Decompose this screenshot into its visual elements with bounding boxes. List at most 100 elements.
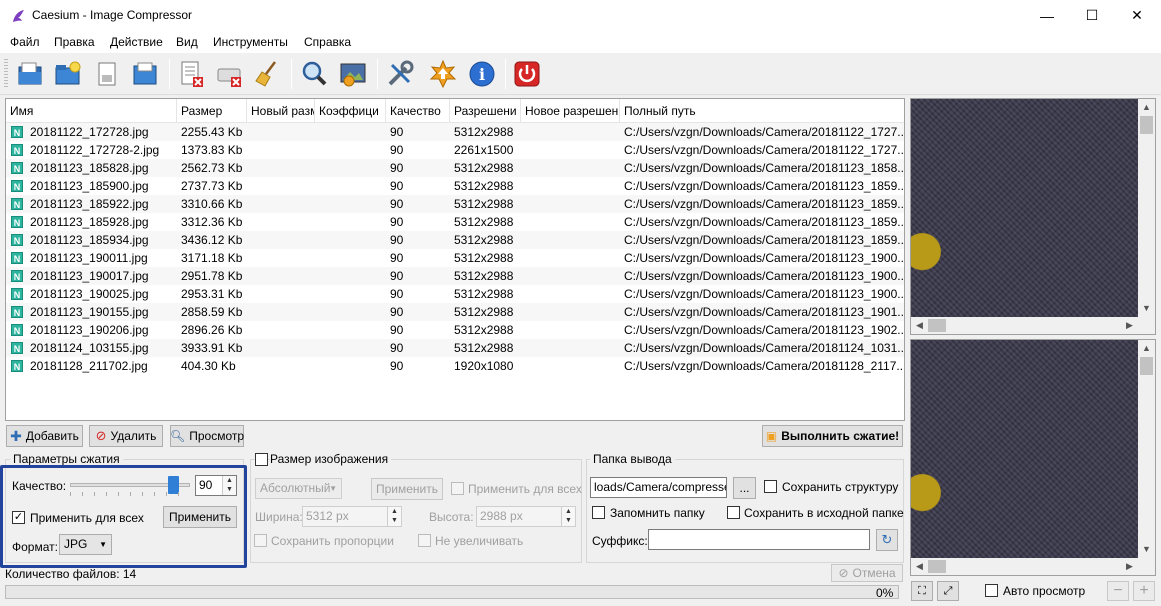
scroll-thumb[interactable] [928, 560, 946, 573]
height-spinbox[interactable]: 2988 px ▲ ▼ [476, 506, 576, 527]
save-icon[interactable] [90, 57, 124, 91]
compressed-preview-hscroll[interactable]: ◀ ▶ [911, 558, 1138, 575]
output-folder-field[interactable]: loads/Camera/compressed [590, 477, 727, 498]
scroll-down-icon[interactable]: ▼ [1138, 541, 1155, 558]
menu-tools[interactable]: Инструменты [213, 35, 288, 49]
scroll-thumb[interactable] [1140, 357, 1153, 375]
menu-view[interactable]: Вид [176, 35, 198, 49]
minimize-button[interactable]: — [1024, 0, 1070, 31]
original-preview[interactable]: ▲ ▼ ◀ ▶ [910, 98, 1156, 335]
add-button-label: Добавить [25, 429, 79, 443]
scroll-up-icon[interactable]: ▲ [1138, 99, 1155, 116]
table-row[interactable]: N 20181123_185934.jpg 3436.12 Kb 90 5312x298… [6, 231, 904, 249]
zoom-out-button[interactable]: − [1107, 581, 1129, 601]
close-button[interactable]: ✕ [1114, 0, 1160, 31]
table-row[interactable]: N 20181123_190155.jpg 2858.59 Kb 90 5312x298… [6, 303, 904, 321]
search-icon[interactable] [297, 57, 331, 91]
table-cell: 20181123_185828.jpg [30, 161, 149, 175]
table-row[interactable]: N 20181124_103155.jpg 3933.91 Kb 90 5312x298… [6, 339, 904, 357]
menu-edit[interactable]: Правка [54, 35, 95, 49]
table-cell [315, 339, 386, 357]
suffix-field[interactable] [648, 529, 870, 550]
column-header-name[interactable]: Имя [6, 99, 177, 123]
remove-item-icon[interactable] [175, 57, 209, 91]
scroll-thumb[interactable] [1140, 116, 1153, 134]
open-folder-icon[interactable] [51, 57, 85, 91]
original-preview-hscroll[interactable]: ◀ ▶ [911, 317, 1138, 334]
resize-apply-all-checkbox[interactable] [451, 482, 464, 495]
table-row[interactable]: N 20181123_185900.jpg 2737.73 Kb 90 5312x298… [6, 177, 904, 195]
preview-settings-icon[interactable] [336, 57, 370, 91]
auto-preview-checkbox[interactable] [985, 584, 998, 597]
file-table[interactable]: Имя Размер Новый разм Коэффици Качество … [5, 98, 905, 421]
scroll-right-icon[interactable]: ▶ [1121, 558, 1138, 575]
update-icon[interactable] [426, 57, 460, 91]
spin-arrows-icon[interactable]: ▲ ▼ [387, 507, 401, 526]
column-header-size[interactable]: Размер [177, 99, 247, 123]
table-row[interactable]: N 20181122_172728.jpg 2255.43 Kb 90 5312x298… [6, 123, 904, 141]
scroll-thumb[interactable] [928, 319, 946, 332]
maximize-button[interactable]: ☐ [1069, 0, 1115, 31]
table-row[interactable]: N 20181122_172728-2.jpg 1373.83 Kb 90 2261x1… [6, 141, 904, 159]
table-row[interactable]: N 20181123_185828.jpg 2562.73 Kb 90 5312x298… [6, 159, 904, 177]
height-value: 2988 px [480, 509, 523, 523]
resize-mode-value: Абсолютный [260, 481, 331, 495]
table-row[interactable]: N 20181123_185928.jpg 3312.36 Kb 90 5312x298… [6, 213, 904, 231]
table-cell: 20181123_185922.jpg [30, 197, 149, 211]
table-row[interactable]: N 20181123_185922.jpg 3310.66 Kb 90 5312x298… [6, 195, 904, 213]
column-header-new-resolution[interactable]: Новое разрешен [521, 99, 620, 123]
new-file-icon: N [11, 162, 23, 174]
scroll-right-icon[interactable]: ▶ [1121, 317, 1138, 334]
no-enlarge-checkbox[interactable] [418, 534, 431, 547]
table-row[interactable]: N 20181123_190017.jpg 2951.78 Kb 90 5312x298… [6, 267, 904, 285]
table-cell [521, 321, 620, 339]
table-cell [315, 321, 386, 339]
zoom-in-button[interactable]: + [1133, 581, 1155, 601]
column-header-resolution[interactable]: Разрешени [450, 99, 521, 123]
column-header-ratio[interactable]: Коэффици [315, 99, 386, 123]
scroll-left-icon[interactable]: ◀ [911, 558, 928, 575]
refresh-suffix-button[interactable]: ↻ [876, 529, 898, 551]
preview-button[interactable]: 🔍︎ Просмотр [170, 425, 244, 447]
clear-list-icon[interactable] [213, 57, 247, 91]
resize-mode-select[interactable]: Абсолютный ▼ [255, 478, 342, 499]
original-preview-vscroll[interactable]: ▲ ▼ [1138, 99, 1155, 317]
menu-file[interactable]: Файл [10, 35, 40, 49]
table-row[interactable]: N 20181123_190206.jpg 2896.26 Kb 90 5312x298… [6, 321, 904, 339]
open-file-icon[interactable] [13, 57, 47, 91]
browse-button[interactable]: ... [733, 477, 756, 499]
table-row[interactable]: N 20181123_190025.jpg 2953.31 Kb 90 5312x298… [6, 285, 904, 303]
resize-checkbox[interactable] [255, 453, 268, 466]
resize-apply-button[interactable]: Применить [371, 478, 443, 500]
compress-button[interactable]: ▣ Выполнить сжатие! [762, 425, 903, 447]
save-as-icon[interactable] [128, 57, 162, 91]
info-icon[interactable]: i [465, 57, 499, 91]
compressed-preview[interactable]: ▲ ▼ ◀ ▶ [910, 339, 1156, 576]
table-row[interactable]: N 20181128_211702.jpg 404.30 Kb 90 1920x1080… [6, 357, 904, 375]
scroll-down-icon[interactable]: ▼ [1138, 300, 1155, 317]
tools-icon[interactable] [383, 57, 417, 91]
table-row[interactable]: N 20181123_190011.jpg 3171.18 Kb 90 5312x298… [6, 249, 904, 267]
column-header-new-size[interactable]: Новый разм [247, 99, 315, 123]
menu-help[interactable]: Справка [304, 35, 351, 49]
power-exit-icon[interactable] [510, 57, 544, 91]
column-header-quality[interactable]: Качество [386, 99, 450, 123]
keep-structure-checkbox[interactable] [764, 480, 777, 493]
keep-ratio-checkbox[interactable] [254, 534, 267, 547]
spin-arrows-icon[interactable]: ▲ ▼ [561, 507, 575, 526]
compressed-preview-vscroll[interactable]: ▲ ▼ [1138, 340, 1155, 558]
menu-action[interactable]: Действие [110, 35, 163, 49]
add-button[interactable]: ✚ Добавить [6, 425, 83, 447]
scroll-left-icon[interactable]: ◀ [911, 317, 928, 334]
cancel-button[interactable]: ⊘ Отмена [831, 564, 903, 582]
remember-folder-checkbox[interactable] [592, 506, 605, 519]
column-header-full-path[interactable]: Полный путь [620, 99, 904, 123]
fit-window-button[interactable]: ⛶ [911, 581, 933, 601]
save-in-source-checkbox[interactable] [727, 506, 740, 519]
actual-size-button[interactable]: ⤢ [937, 581, 959, 601]
width-spinbox[interactable]: 5312 px ▲ ▼ [302, 506, 402, 527]
remove-button[interactable]: ⊘ Удалить [89, 425, 163, 447]
table-cell: 3933.91 Kb [181, 341, 243, 355]
scroll-up-icon[interactable]: ▲ [1138, 340, 1155, 357]
clean-broom-icon[interactable] [251, 57, 285, 91]
